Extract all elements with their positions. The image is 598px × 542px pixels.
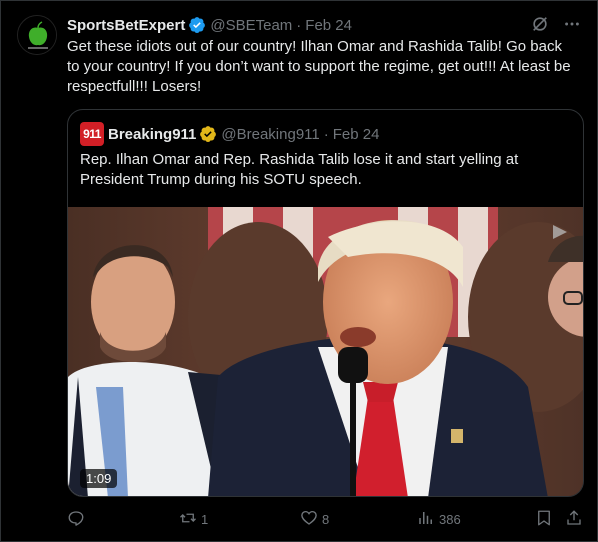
quoted-handle[interactable]: @Breaking911 <box>221 126 319 143</box>
tweet-header: SportsBetExpert @SBETeam · Feb 24 <box>67 15 581 35</box>
bookmark-icon <box>535 509 553 530</box>
quoted-tweet[interactable]: 911 Breaking911 @Breaking911 · Feb 24 Re… <box>67 109 584 497</box>
author-handle[interactable]: @SBETeam <box>210 17 292 34</box>
bookmark-button[interactable] <box>535 507 553 531</box>
like-button[interactable]: 8 <box>300 507 329 531</box>
tweet-date[interactable]: Feb 24 <box>305 17 352 34</box>
video-player[interactable]: 1:09 <box>68 207 583 496</box>
like-count: 8 <box>322 511 330 527</box>
separator-dot: · <box>296 16 302 34</box>
share-icon <box>565 509 583 530</box>
gif-indicator-icon <box>549 221 571 248</box>
verified-icon <box>188 16 206 34</box>
more-icon[interactable] <box>563 15 581 37</box>
tweet-text: Get these idiots out of our country! Ilh… <box>67 38 571 95</box>
reply-icon <box>67 509 85 530</box>
share-button[interactable] <box>565 507 583 531</box>
video-duration: 1:09 <box>80 469 118 488</box>
tweet[interactable]: SportsBetExpert @SBETeam · Feb 24 Get th… <box>0 0 598 542</box>
views-button[interactable]: 386 <box>417 507 461 531</box>
reply-button[interactable] <box>67 507 89 531</box>
like-icon <box>300 509 318 530</box>
quoted-avatar[interactable]: 911 <box>80 122 104 146</box>
video-frame-image <box>68 207 583 496</box>
quoted-date[interactable]: Feb 24 <box>333 126 380 143</box>
views-icon <box>417 509 435 530</box>
quoted-separator-dot: · <box>323 125 329 143</box>
author-avatar[interactable] <box>17 15 57 55</box>
grok-icon[interactable] <box>531 15 549 37</box>
verified-gold-icon <box>199 125 217 143</box>
action-bar: 1 8 386 <box>67 507 583 531</box>
repost-button[interactable]: 1 <box>179 507 208 531</box>
author-name[interactable]: SportsBetExpert <box>67 17 185 34</box>
quoted-header: 911 Breaking911 @Breaking911 · Feb 24 <box>80 122 380 146</box>
quoted-author-name[interactable]: Breaking911 <box>108 126 196 143</box>
views-count: 386 <box>439 511 461 527</box>
repost-count: 1 <box>201 511 209 527</box>
quoted-text: Rep. Ilhan Omar and Rep. Rashida Talib l… <box>80 151 519 188</box>
repost-icon <box>179 509 197 530</box>
